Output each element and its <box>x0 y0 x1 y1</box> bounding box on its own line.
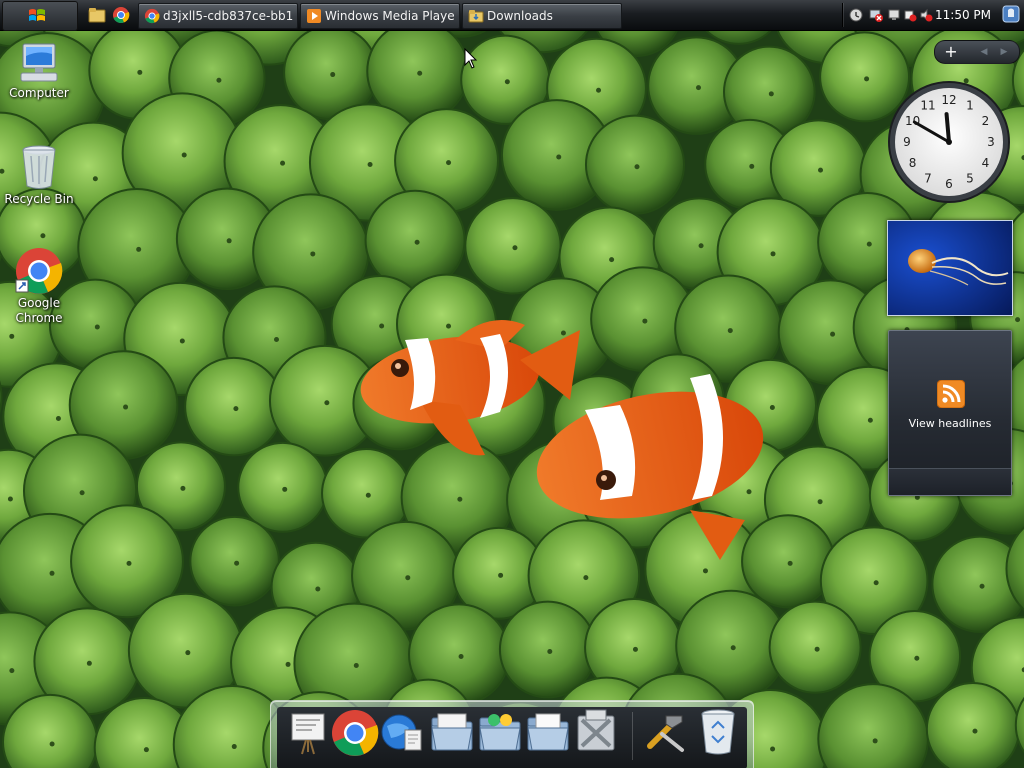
dock-separator <box>632 712 633 760</box>
system-tray: 11:50 PM <box>842 3 999 27</box>
documents-folder-icon[interactable] <box>524 706 572 758</box>
presentation-icon[interactable] <box>284 706 332 758</box>
clock-numeral: 7 <box>924 171 932 185</box>
mouse-cursor-icon <box>464 48 478 69</box>
folder-icon[interactable] <box>428 706 476 758</box>
feed-footer <box>889 468 1011 495</box>
globe-documents-icon[interactable] <box>379 706 427 758</box>
tools-icon[interactable] <box>642 706 690 758</box>
desktop-icon-label: Recycle Bin <box>4 192 74 206</box>
utilities-icon[interactable] <box>572 706 620 758</box>
task-button-media-player[interactable]: Windows Media Player <box>300 3 460 29</box>
volume-muted-icon[interactable] <box>919 8 933 22</box>
media-player-icon <box>307 9 321 23</box>
explorer-folder-icon[interactable] <box>88 6 106 24</box>
task-button-chrome[interactable]: d3jxll5-cdb837ce-bb1d... <box>138 3 298 29</box>
clock-numeral: 2 <box>982 114 990 128</box>
desktop-icon-computer[interactable]: Computer <box>0 40 78 101</box>
desktop-icon-label: Google Chrome <box>15 296 63 325</box>
task-button-downloads[interactable]: Downloads <box>462 3 622 29</box>
desktop-icon-label: Computer <box>9 86 69 100</box>
previous-gadgets-button[interactable]: ◀ <box>975 41 993 63</box>
clock-gadget[interactable]: 1234567891011 12 <box>886 80 1012 204</box>
computer-icon <box>20 43 58 82</box>
power-icon[interactable] <box>903 8 917 22</box>
taskbar: d3jxll5-cdb837ce-bb1d... Windows Media P… <box>0 0 1024 31</box>
task-label: d3jxll5-cdb837ce-bb1d... <box>163 9 293 23</box>
add-gadget-button[interactable]: + <box>941 41 961 63</box>
display-icon[interactable] <box>887 8 901 22</box>
chrome-icon[interactable] <box>331 706 379 758</box>
chrome-icon[interactable] <box>112 6 130 24</box>
next-gadgets-button[interactable]: ▶ <box>995 41 1013 63</box>
desktop-icon-recycle-bin[interactable]: Recycle Bin <box>0 142 78 207</box>
start-button[interactable] <box>2 1 78 31</box>
clock-numeral: 9 <box>903 135 911 149</box>
clock-numeral: 11 <box>920 99 935 113</box>
chrome-icon <box>144 8 160 24</box>
slideshow-gadget[interactable] <box>887 220 1013 316</box>
help-icon[interactable] <box>849 8 863 22</box>
rss-icon <box>937 380 965 408</box>
sidebar-controls: + ◀ ▶ <box>934 40 1020 64</box>
recycle-bin-icon <box>22 145 56 189</box>
show-desktop-icon[interactable] <box>1002 5 1020 23</box>
desktop-icon-google-chrome[interactable]: Google Chrome <box>0 246 78 326</box>
clock-numeral: 6 <box>945 177 953 191</box>
clock-numeral: 8 <box>909 156 917 170</box>
clock-numeral: 12 <box>941 93 956 107</box>
desktop-wallpaper <box>0 0 1024 768</box>
clock-numeral: 5 <box>966 171 974 185</box>
network-error-icon[interactable] <box>869 8 883 22</box>
clock-hour-hand <box>944 112 951 144</box>
clock-numeral: 10 <box>905 114 920 128</box>
windows-logo-icon <box>29 9 45 21</box>
task-label: Downloads <box>487 9 553 23</box>
clock-numeral: 1 <box>966 99 974 113</box>
chrome-icon <box>15 248 63 294</box>
clock-numeral: 4 <box>982 156 990 170</box>
clock-numeral: 3 <box>987 135 995 149</box>
folder-icon <box>468 10 484 23</box>
view-headlines-label[interactable]: View headlines <box>889 417 1011 430</box>
applications-folder-icon[interactable] <box>476 706 524 758</box>
recycle-bin-icon[interactable] <box>694 706 742 758</box>
taskbar-clock[interactable]: 11:50 PM <box>935 3 991 27</box>
task-label: Windows Media Player <box>325 9 455 23</box>
jellyfish-photo <box>888 221 1012 315</box>
feed-headlines-gadget[interactable]: View headlines <box>888 330 1012 496</box>
